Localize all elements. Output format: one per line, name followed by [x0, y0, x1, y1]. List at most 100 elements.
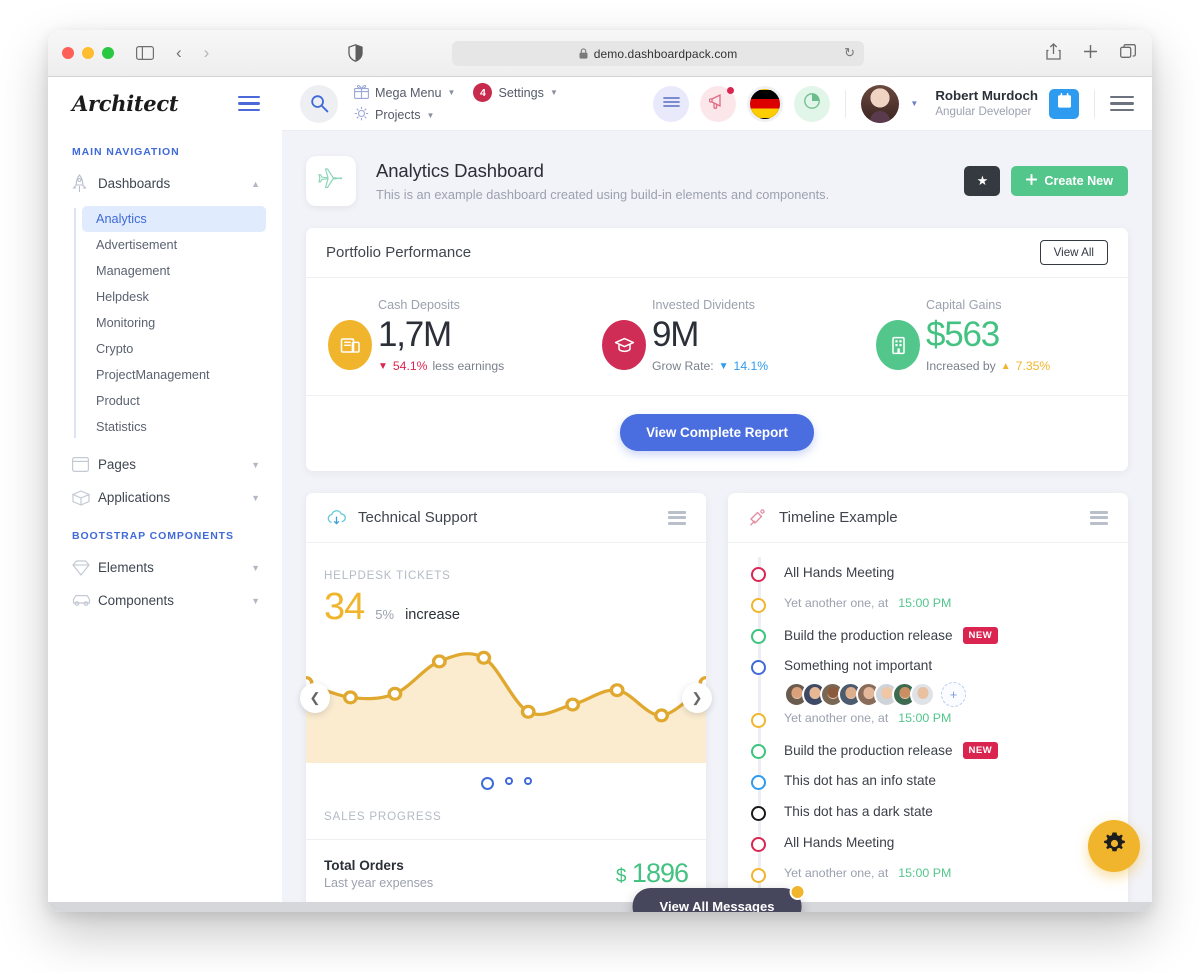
sidebar-heading-bootstrap: BOOTSTRAP COMPONENTS	[72, 530, 234, 542]
page-title-block: Analytics Dashboard This is an example d…	[376, 160, 829, 202]
cloud-download-icon	[326, 509, 347, 526]
sidebar-heading-main: MAIN NAVIGATION	[72, 146, 180, 158]
gift-icon	[354, 84, 369, 102]
chevron-down-icon: ▼	[251, 459, 260, 470]
carousel-dot-3[interactable]	[523, 777, 532, 786]
sidebar-subitem-analytics[interactable]: Analytics	[82, 206, 266, 232]
carousel-prev-button[interactable]: ❮	[300, 683, 330, 714]
add-member-button[interactable]: +	[941, 682, 966, 708]
carousel-dot-1[interactable]	[480, 777, 494, 791]
kpi-label: Cash Deposits	[378, 298, 460, 312]
timeline-dot-icon	[751, 567, 766, 583]
car-icon	[72, 594, 98, 607]
avatar[interactable]	[861, 84, 900, 123]
amount-value: 1896	[631, 858, 689, 889]
timeline-item[interactable]: All Hands Meeting	[728, 835, 1128, 866]
list-menu-icon[interactable]	[1090, 510, 1108, 525]
sidebar-item-dashboards[interactable]: Dashboards ▲	[48, 167, 282, 200]
tab-overview-icon[interactable]	[1120, 43, 1136, 65]
technical-support-card: Technical Support HELPDESK TICKETS 34 5%…	[298, 493, 714, 912]
calendar-icon	[1057, 93, 1072, 114]
helpdesk-tickets-word: increase	[405, 607, 460, 624]
timeline-item[interactable]: Something not important +	[728, 658, 1128, 708]
brand-logo[interactable]: Architect	[72, 91, 179, 116]
create-new-button[interactable]: Create New	[1011, 166, 1128, 196]
close-window-button[interactable]	[62, 47, 74, 59]
reload-icon[interactable]: ↻	[844, 45, 855, 61]
timeline-item-text: Build the production release	[784, 743, 953, 759]
browser-window: ‹ › demo.dashboardpack.com ↻ Architect M…	[48, 30, 1152, 912]
sidebar-collapse-button[interactable]	[238, 95, 260, 112]
maximize-window-button[interactable]	[102, 47, 114, 59]
view-complete-report-button[interactable]: View Complete Report	[620, 414, 814, 452]
list-menu-button[interactable]	[653, 85, 690, 122]
hamburger-menu-icon[interactable]	[1110, 95, 1134, 112]
nav-back-icon[interactable]: ‹	[176, 43, 182, 63]
reports-button[interactable]	[794, 85, 831, 122]
timeline-item[interactable]: Build the production release NEW	[728, 742, 1128, 773]
sidebar-subitem-management[interactable]: Management	[82, 258, 266, 284]
messages-notification-dot	[789, 884, 806, 900]
projects-label: Projects	[375, 108, 421, 122]
timeline-card-title: Timeline Example	[779, 509, 898, 527]
sidebar-subitem-crypto[interactable]: Crypto	[82, 336, 266, 362]
search-button[interactable]	[300, 84, 338, 123]
calendar-button[interactable]	[1049, 88, 1079, 119]
sidebar-item-components[interactable]: Components ▼	[48, 584, 282, 617]
settings-fab-button[interactable]	[1088, 820, 1140, 872]
sidebar-toggle-icon[interactable]	[136, 46, 154, 60]
announcements-button[interactable]	[700, 85, 737, 122]
kpi-delta: 7.35%	[1015, 359, 1051, 374]
sidebar-subitem-projectmanagement[interactable]: ProjectManagement	[82, 362, 266, 388]
kpi-value: 9M	[652, 315, 699, 354]
chevron-down-icon: ▼	[251, 595, 260, 606]
view-all-messages-button[interactable]: View All Messages	[632, 884, 806, 912]
timeline-card: Timeline Example All Hands Meeting Yet an…	[728, 493, 1128, 912]
new-tab-icon[interactable]	[1083, 44, 1098, 64]
avatar[interactable]	[910, 682, 935, 708]
browser-icon	[72, 457, 98, 472]
url-bar[interactable]: demo.dashboardpack.com ↻	[452, 41, 864, 66]
favorite-button[interactable]: ★	[964, 166, 1001, 196]
share-icon[interactable]	[1046, 43, 1061, 65]
search-icon	[310, 95, 328, 113]
timeline-item[interactable]: This dot has an info state	[728, 773, 1128, 804]
pin-icon	[748, 508, 768, 528]
timeline-item[interactable]: All Hands Meeting	[728, 565, 1128, 596]
bottom-cards-row: Technical Support HELPDESK TICKETS 34 5%…	[282, 471, 1152, 912]
timeline-item-title: Build the production release NEW	[784, 627, 1128, 645]
projects-link[interactable]: Projects ▼	[354, 106, 434, 124]
carousel-dot-2[interactable]	[504, 777, 513, 786]
sidebar-subitem-product[interactable]: Product	[82, 388, 266, 414]
timeline-item-text: All Hands Meeting	[784, 565, 895, 581]
view-all-button[interactable]: View All	[1039, 240, 1108, 265]
sidebar-subitem-monitoring[interactable]: Monitoring	[82, 310, 266, 336]
timeline-item[interactable]: Yet another one, at 15:00 PM	[728, 711, 1128, 742]
timeline-item-text: This dot has a dark state	[784, 804, 933, 820]
arrow-up-icon: ▲	[1000, 360, 1011, 372]
chevron-down-icon[interactable]: ▼	[910, 99, 918, 108]
timeline-item[interactable]: This dot has a dark state	[728, 804, 1128, 835]
timeline-item-time: 15:00 PM	[898, 711, 952, 726]
timeline-item[interactable]: Yet another one, at 15:00 PM	[728, 596, 1128, 627]
minimize-window-button[interactable]	[82, 47, 94, 59]
sidebar-item-applications[interactable]: Applications ▼	[48, 481, 282, 514]
plus-icon	[1026, 173, 1038, 188]
language-button[interactable]	[747, 85, 784, 122]
timeline-item[interactable]: Build the production release NEW	[728, 627, 1128, 658]
carousel-next-button[interactable]: ❯	[682, 683, 712, 714]
portfolio-card-footer: View Complete Report	[306, 395, 1128, 471]
sidebar-subitem-helpdesk[interactable]: Helpdesk	[82, 284, 266, 310]
sidebar-item-pages[interactable]: Pages ▼	[48, 448, 282, 481]
timeline-spacer	[784, 788, 1128, 797]
user-role: Angular Developer	[935, 104, 1032, 118]
sidebar-subitem-advertisement[interactable]: Advertisement	[82, 232, 266, 258]
nav-forward-icon[interactable]: ›	[204, 43, 210, 63]
mega-menu-link[interactable]: Mega Menu ▼	[354, 84, 455, 102]
list-menu-icon[interactable]	[668, 510, 686, 525]
sidebar-subitem-statistics[interactable]: Statistics	[82, 414, 266, 440]
carousel-dots	[306, 763, 706, 806]
sidebar-item-elements[interactable]: Elements ▼	[48, 551, 282, 584]
shield-icon[interactable]	[348, 44, 363, 67]
settings-link[interactable]: Settings ▼	[498, 86, 557, 100]
